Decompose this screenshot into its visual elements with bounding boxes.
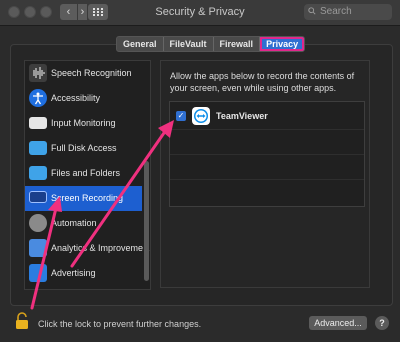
sidebar-item-speech-recognition[interactable]: Speech Recognition — [25, 61, 142, 86]
permission-description: Allow the apps below to record the conte… — [170, 71, 355, 93]
folder-icon — [29, 166, 47, 180]
sidebar-item-analytics[interactable]: Analytics & Improveme… — [25, 236, 150, 261]
folder-icon — [29, 141, 47, 155]
sidebar-item-label: Full Disk Access — [51, 143, 117, 153]
sidebar-scrollbar[interactable] — [144, 161, 149, 281]
tab-firewall[interactable]: Firewall — [214, 37, 261, 51]
monitor-icon — [29, 191, 47, 203]
sidebar-item-automation[interactable]: Automation — [25, 211, 142, 236]
tab-filevault[interactable]: FileVault — [164, 37, 214, 51]
sidebar-item-full-disk-access[interactable]: Full Disk Access — [25, 136, 142, 161]
help-button[interactable]: ? — [375, 316, 389, 330]
row-divider — [170, 179, 364, 180]
tab-bar: General FileVault Firewall Privacy — [116, 36, 306, 52]
privacy-category-list: Speech Recognition Accessibility Input M… — [24, 60, 151, 290]
sidebar-item-label: Accessibility — [51, 93, 101, 103]
title-bar: ‹ › Security & Privacy Search — [0, 0, 400, 26]
sidebar-item-label: Input Monitoring — [51, 118, 116, 128]
app-name: TeamViewer — [216, 111, 268, 121]
waveform-icon — [29, 64, 47, 82]
search-icon — [308, 7, 316, 15]
sidebar-item-advertising[interactable]: Advertising — [25, 261, 142, 286]
list-item[interactable]: ✓ TeamViewer — [170, 105, 364, 127]
lock-text: Click the lock to prevent further change… — [38, 319, 202, 329]
sidebar-item-accessibility[interactable]: Accessibility — [25, 86, 142, 111]
sidebar-item-input-monitoring[interactable]: Input Monitoring — [25, 111, 142, 136]
teamviewer-icon — [192, 107, 210, 125]
search-placeholder: Search — [320, 6, 352, 17]
security-privacy-window: ‹ › Security & Privacy Search General Fi… — [0, 0, 400, 342]
gear-icon — [29, 214, 47, 232]
sidebar-item-label: Files and Folders — [51, 168, 121, 178]
row-divider — [170, 154, 364, 155]
keyboard-icon — [29, 117, 47, 129]
accessibility-icon — [29, 89, 47, 107]
tab-general[interactable]: General — [117, 37, 164, 51]
sidebar-item-label: Analytics & Improveme… — [51, 243, 151, 253]
sidebar-item-files-and-folders[interactable]: Files and Folders — [25, 161, 142, 186]
sidebar-item-screen-recording[interactable]: Screen Recording — [25, 186, 142, 211]
search-field[interactable]: Search — [304, 4, 392, 20]
app-checkbox[interactable]: ✓ — [176, 111, 186, 121]
row-divider — [170, 129, 364, 130]
sidebar-item-label: Screen Recording — [51, 193, 124, 203]
tab-privacy[interactable]: Privacy — [260, 37, 305, 51]
app-list: ✓ TeamViewer — [169, 101, 365, 207]
advanced-button[interactable]: Advanced... — [309, 316, 367, 330]
chart-icon — [29, 239, 47, 257]
megaphone-icon — [29, 264, 47, 282]
lock-icon[interactable] — [14, 312, 30, 330]
sidebar-item-label: Advertising — [51, 268, 96, 278]
sidebar-item-label: Automation — [51, 218, 97, 228]
sidebar-item-label: Speech Recognition — [51, 68, 132, 78]
